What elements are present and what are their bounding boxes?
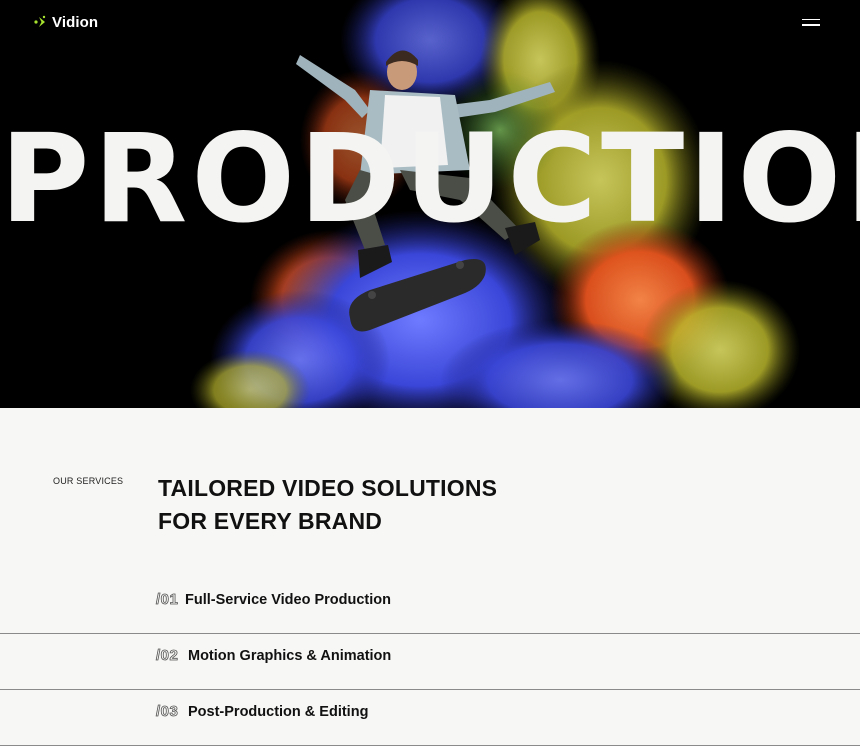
services-list: /01 Full-Service Video Production /02 Mo… (0, 578, 860, 746)
service-number: /03 (156, 703, 179, 721)
top-navigation: Vidion (0, 0, 860, 44)
hero-section: Vidion PRODUCTION (0, 0, 860, 408)
service-number: /01 (156, 591, 179, 609)
section-title-line-2: FOR EVERY BRAND (158, 508, 383, 534)
service-number: /02 (156, 647, 179, 665)
service-item[interactable]: /03 Post-Production & Editing (0, 690, 860, 746)
service-label: Motion Graphics & Animation (188, 648, 392, 664)
section-title-line-1: TAILORED VIDEO SOLUTIONS (158, 475, 498, 501)
brand-name: Vidion (52, 13, 99, 31)
service-label: Post-Production & Editing (188, 704, 369, 720)
brand-logo[interactable]: Vidion (32, 14, 98, 31)
section-title: TAILORED VIDEO SOLUTIONS FOR EVERY BRAND (158, 472, 497, 538)
hero-title: PRODUCTION (0, 108, 860, 250)
service-label: Full-Service Video Production (185, 592, 391, 608)
logo-mark-icon (34, 15, 46, 27)
service-item[interactable]: /02 Motion Graphics & Animation (0, 634, 860, 690)
section-eyebrow: OUR SERVICES (53, 476, 124, 486)
service-item[interactable]: /01 Full-Service Video Production (0, 578, 860, 634)
hamburger-icon[interactable] (802, 16, 822, 28)
